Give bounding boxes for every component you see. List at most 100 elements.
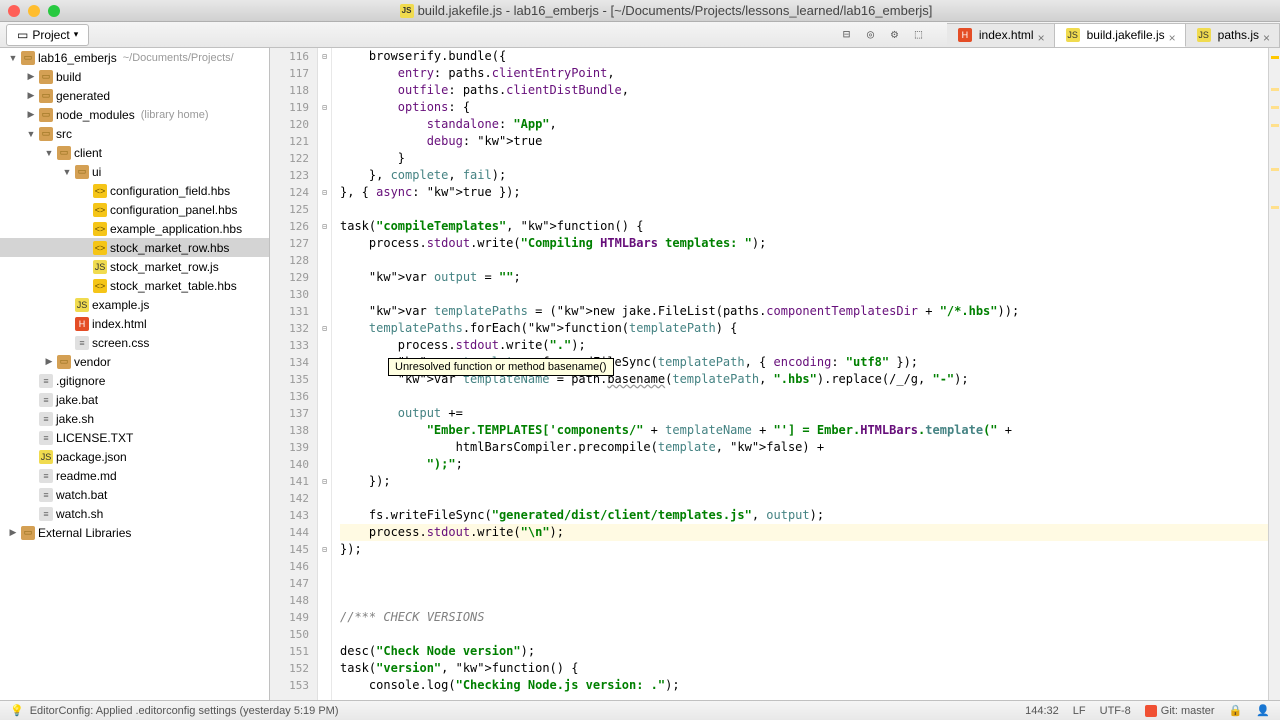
encoding[interactable]: UTF-8 bbox=[1100, 705, 1131, 717]
tree-item-External-Libraries[interactable]: ▶▭External Libraries bbox=[0, 523, 269, 542]
git-branch[interactable]: Git: master bbox=[1145, 705, 1215, 717]
close-icon[interactable]: × bbox=[1169, 31, 1177, 39]
warning-marker[interactable] bbox=[1271, 168, 1279, 171]
code-line[interactable]: //*** CHECK VERSIONS bbox=[340, 609, 1280, 626]
cursor-position[interactable]: 144:32 bbox=[1025, 705, 1059, 717]
error-stripe[interactable] bbox=[1268, 48, 1280, 700]
tab-build-jakefile-js[interactable]: JSbuild.jakefile.js× bbox=[1055, 23, 1186, 47]
tree-item-watch-sh[interactable]: ≡watch.sh bbox=[0, 504, 269, 523]
tree-item-generated[interactable]: ▶▭generated bbox=[0, 86, 269, 105]
code-line[interactable] bbox=[340, 286, 1280, 303]
project-tree[interactable]: ▼▭lab16_emberjs~/Documents/Projects/▶▭bu… bbox=[0, 48, 270, 700]
tree-item-src[interactable]: ▼▭src bbox=[0, 124, 269, 143]
code-line[interactable]: }); bbox=[340, 473, 1280, 490]
tree-item-node_modules[interactable]: ▶▭node_modules(library home) bbox=[0, 105, 269, 124]
code-line[interactable]: output += bbox=[340, 405, 1280, 422]
code-line[interactable]: htmlBarsCompiler.precompile(template, "k… bbox=[340, 439, 1280, 456]
project-dropdown[interactable]: ▭ Project ▾ bbox=[6, 24, 89, 46]
tree-item-screen-css[interactable]: ≡screen.css bbox=[0, 333, 269, 352]
tree-item-lab16_emberjs[interactable]: ▼▭lab16_emberjs~/Documents/Projects/ bbox=[0, 48, 269, 67]
tree-arrow-icon[interactable]: ▼ bbox=[26, 129, 36, 139]
warning-marker[interactable] bbox=[1271, 206, 1279, 209]
code-editor[interactable]: 1161171181191201211221231241251261271281… bbox=[270, 48, 1280, 700]
code-line[interactable]: }, { async: "kw">true }); bbox=[340, 184, 1280, 201]
code-line[interactable]: entry: paths.clientEntryPoint, bbox=[340, 65, 1280, 82]
code-line[interactable]: } bbox=[340, 150, 1280, 167]
close-icon[interactable]: × bbox=[1038, 31, 1046, 39]
code-line[interactable]: standalone: "App", bbox=[340, 116, 1280, 133]
collapse-icon[interactable]: ⊟ bbox=[843, 27, 859, 43]
hector-icon[interactable]: 👤 bbox=[1256, 704, 1270, 717]
fold-marker[interactable]: ⊟ bbox=[318, 473, 331, 490]
hide-icon[interactable]: ⬚ bbox=[915, 27, 931, 43]
tree-item--gitignore[interactable]: ≡.gitignore bbox=[0, 371, 269, 390]
tree-item-ui[interactable]: ▼▭ui bbox=[0, 162, 269, 181]
fold-marker[interactable]: ⊟ bbox=[318, 184, 331, 201]
line-ending[interactable]: LF bbox=[1073, 705, 1086, 717]
tree-item-configuration_panel-hbs[interactable]: <>configuration_panel.hbs bbox=[0, 200, 269, 219]
fold-marker[interactable]: ⊟ bbox=[318, 48, 331, 65]
tree-item-stock_market_row-js[interactable]: JSstock_market_row.js bbox=[0, 257, 269, 276]
warning-marker[interactable] bbox=[1271, 88, 1279, 91]
code-line[interactable]: process.stdout.write("\n"); bbox=[340, 524, 1280, 541]
code-line[interactable]: options: { bbox=[340, 99, 1280, 116]
code-line[interactable] bbox=[340, 490, 1280, 507]
tree-item-jake-bat[interactable]: ≡jake.bat bbox=[0, 390, 269, 409]
code-line[interactable]: browserify.bundle({ bbox=[340, 48, 1280, 65]
fold-gutter[interactable]: ⊟ ⊟ ⊟ ⊟ ⊟ ⊟ ⊟ bbox=[318, 48, 332, 700]
warning-marker[interactable] bbox=[1271, 106, 1279, 109]
code-line[interactable] bbox=[340, 252, 1280, 269]
tree-item-vendor[interactable]: ▶▭vendor bbox=[0, 352, 269, 371]
target-icon[interactable]: ◎ bbox=[867, 27, 883, 43]
code-line[interactable]: }, complete, fail); bbox=[340, 167, 1280, 184]
code-line[interactable] bbox=[340, 626, 1280, 643]
code-line[interactable]: "kw">var templatePaths = ("kw">new jake.… bbox=[340, 303, 1280, 320]
code-line[interactable] bbox=[340, 201, 1280, 218]
tree-item-package-json[interactable]: JSpackage.json bbox=[0, 447, 269, 466]
code-line[interactable]: debug: "kw">true bbox=[340, 133, 1280, 150]
tree-item-index-html[interactable]: Hindex.html bbox=[0, 314, 269, 333]
tree-item-readme-md[interactable]: ≡readme.md bbox=[0, 466, 269, 485]
lock-icon[interactable]: 🔒 bbox=[1229, 704, 1243, 717]
code-line[interactable] bbox=[340, 388, 1280, 405]
tree-item-example_application-hbs[interactable]: <>example_application.hbs bbox=[0, 219, 269, 238]
tab-index-html[interactable]: Hindex.html× bbox=[947, 23, 1055, 47]
tree-item-client[interactable]: ▼▭client bbox=[0, 143, 269, 162]
tree-arrow-icon[interactable]: ▼ bbox=[8, 53, 18, 63]
tree-item-LICENSE-TXT[interactable]: ≡LICENSE.TXT bbox=[0, 428, 269, 447]
tree-item-build[interactable]: ▶▭build bbox=[0, 67, 269, 86]
close-button[interactable] bbox=[8, 5, 20, 17]
gear-icon[interactable]: ⚙ bbox=[891, 27, 907, 43]
code-line[interactable] bbox=[340, 592, 1280, 609]
tree-arrow-icon[interactable]: ▼ bbox=[62, 167, 72, 177]
tree-arrow-icon[interactable]: ▼ bbox=[44, 148, 54, 158]
tree-item-configuration_field-hbs[interactable]: <>configuration_field.hbs bbox=[0, 181, 269, 200]
code-line[interactable]: task("version", "kw">function() { bbox=[340, 660, 1280, 677]
code-line[interactable] bbox=[340, 575, 1280, 592]
code-line[interactable]: process.stdout.write("Compiling HTMLBars… bbox=[340, 235, 1280, 252]
fold-marker[interactable]: ⊟ bbox=[318, 218, 331, 235]
tree-item-stock_market_table-hbs[interactable]: <>stock_market_table.hbs bbox=[0, 276, 269, 295]
tree-arrow-icon[interactable]: ▶ bbox=[26, 110, 36, 120]
code-line[interactable]: task("compileTemplates", "kw">function()… bbox=[340, 218, 1280, 235]
code-line[interactable]: }); bbox=[340, 541, 1280, 558]
tree-item-stock_market_row-hbs[interactable]: <>stock_market_row.hbs bbox=[0, 238, 269, 257]
tree-item-watch-bat[interactable]: ≡watch.bat bbox=[0, 485, 269, 504]
tab-paths-js[interactable]: JSpaths.js× bbox=[1186, 23, 1280, 47]
code-line[interactable]: desc("Check Node version"); bbox=[340, 643, 1280, 660]
warning-marker[interactable] bbox=[1271, 124, 1279, 127]
code-line[interactable]: ");"; bbox=[340, 456, 1280, 473]
code-line[interactable]: outfile: paths.clientDistBundle, bbox=[340, 82, 1280, 99]
maximize-button[interactable] bbox=[48, 5, 60, 17]
fold-marker[interactable]: ⊟ bbox=[318, 541, 331, 558]
close-icon[interactable]: × bbox=[1263, 31, 1271, 39]
code-line[interactable]: console.log("Checking Node.js version: .… bbox=[340, 677, 1280, 694]
code-line[interactable]: "kw">var output = ""; bbox=[340, 269, 1280, 286]
fold-marker[interactable]: ⊟ bbox=[318, 320, 331, 337]
code-line[interactable]: "Ember.TEMPLATES['components/" + templat… bbox=[340, 422, 1280, 439]
fold-marker[interactable]: ⊟ bbox=[318, 99, 331, 116]
tree-item-example-js[interactable]: JSexample.js bbox=[0, 295, 269, 314]
minimize-button[interactable] bbox=[28, 5, 40, 17]
tree-arrow-icon[interactable]: ▶ bbox=[26, 91, 36, 101]
code-line[interactable]: fs.writeFileSync("generated/dist/client/… bbox=[340, 507, 1280, 524]
